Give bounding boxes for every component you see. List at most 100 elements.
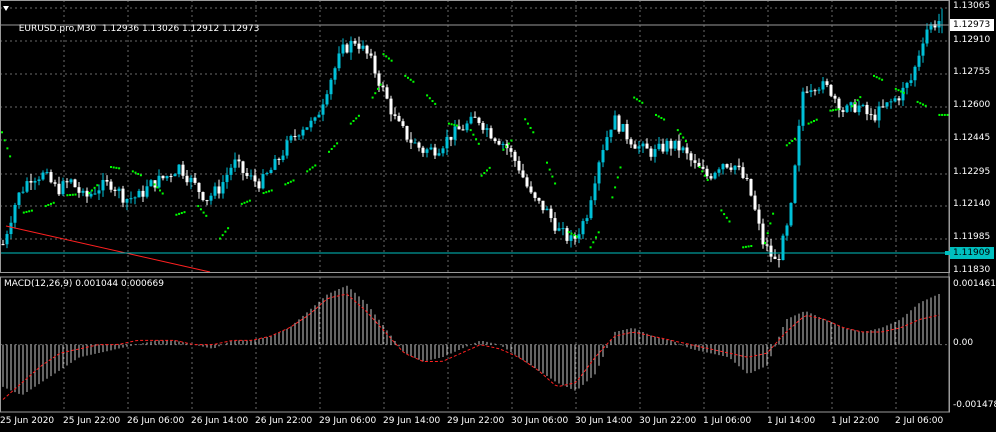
sar-dot <box>477 142 480 145</box>
candle-body <box>809 90 813 92</box>
sar-dot <box>902 91 905 94</box>
sar-dot <box>407 76 409 79</box>
candle-body <box>297 135 301 137</box>
sar-dot <box>434 102 437 105</box>
sar-dot <box>701 170 704 173</box>
sar-dot <box>385 55 388 58</box>
symbol-title: EURUSD.pro,M30 1.12936 1.13026 1.12912 1… <box>3 2 259 35</box>
candle-body <box>921 43 925 56</box>
candle-body <box>857 105 861 113</box>
candle-body <box>693 160 697 163</box>
candle-body <box>625 124 629 140</box>
candle-body <box>169 176 173 178</box>
candle-body <box>553 218 557 231</box>
candle-body <box>725 164 729 168</box>
sar-dot <box>90 189 93 192</box>
candle-body <box>737 165 741 168</box>
candle-body <box>565 228 569 241</box>
sar-dot <box>74 193 77 196</box>
sar-dot <box>815 118 818 121</box>
sar-dot <box>769 222 772 225</box>
candle-body <box>937 21 941 28</box>
candle-body <box>49 172 53 183</box>
sar-dot <box>3 139 6 142</box>
sar-dot <box>240 202 243 205</box>
candle-body <box>17 192 21 205</box>
sar-dot <box>507 142 510 145</box>
time-label: 30 Jun 06:00 <box>511 416 569 426</box>
candle-body <box>681 147 685 151</box>
candle-body <box>389 98 393 115</box>
sar-dot <box>595 236 597 239</box>
candle-body <box>285 140 289 156</box>
sar-dot <box>475 138 478 141</box>
sar-dot <box>723 213 726 216</box>
candle-body <box>461 129 465 131</box>
sar-dot <box>409 78 412 81</box>
candle-body <box>425 149 429 153</box>
dropdown-triangle-icon[interactable] <box>3 6 9 11</box>
price-chart[interactable] <box>0 0 996 432</box>
candle-body <box>61 181 65 195</box>
candle-body <box>537 197 541 201</box>
candle-body <box>881 106 885 108</box>
candle-body <box>777 259 781 261</box>
sar-dot <box>412 80 415 83</box>
sar-dot <box>728 220 731 223</box>
candle-body <box>849 102 853 106</box>
sar-dot <box>159 189 161 192</box>
candle-body <box>249 175 253 177</box>
candle-body <box>549 208 553 219</box>
candle-body <box>41 172 45 180</box>
candle-body <box>353 40 357 44</box>
sar-dot <box>529 126 532 129</box>
candle-body <box>269 169 273 174</box>
sar-dot <box>28 210 31 213</box>
candle-body <box>761 223 765 245</box>
candle-body <box>653 149 657 157</box>
sar-dot <box>227 227 230 230</box>
sar-dot <box>333 145 336 148</box>
candle-body <box>905 82 909 88</box>
candle-body <box>213 186 217 196</box>
candle-body <box>165 176 169 179</box>
candle-body <box>577 234 581 239</box>
candle-body <box>117 188 121 191</box>
sar-dot <box>575 235 578 238</box>
sar-dot <box>900 90 903 93</box>
time-label: 29 Jun 22:00 <box>447 416 505 426</box>
sar-dot <box>447 122 450 125</box>
sar-dot <box>635 98 638 101</box>
candle-body <box>317 114 321 118</box>
price-label: 1.12295 <box>953 167 991 177</box>
candle-body <box>181 164 185 176</box>
candle-body <box>621 124 625 132</box>
sar-dot <box>246 200 249 203</box>
candle-body <box>645 143 649 149</box>
candle-body <box>745 177 749 180</box>
candle-body <box>185 175 189 183</box>
sar-dot <box>349 122 352 125</box>
candle-body <box>129 198 133 200</box>
candle-body <box>585 218 589 222</box>
sar-dot <box>878 77 881 80</box>
candle-body <box>469 116 473 124</box>
sar-dot <box>50 202 52 205</box>
candle-body <box>673 140 677 149</box>
candle-body <box>333 68 337 80</box>
candle-body <box>77 187 81 193</box>
candle-body <box>217 186 221 194</box>
candle-body <box>257 181 261 189</box>
candle-body <box>349 40 353 53</box>
candle-body <box>405 126 409 140</box>
candle-body <box>893 98 897 102</box>
sar-dot <box>502 148 505 151</box>
sar-dot <box>88 192 91 195</box>
candle-body <box>669 140 673 149</box>
sar-dot <box>355 117 358 120</box>
candle-body <box>545 208 549 211</box>
candle-body <box>913 66 917 81</box>
candle-body <box>73 179 77 188</box>
sar-dot <box>374 92 377 95</box>
time-label: 2 Jul 06:00 <box>895 416 944 426</box>
